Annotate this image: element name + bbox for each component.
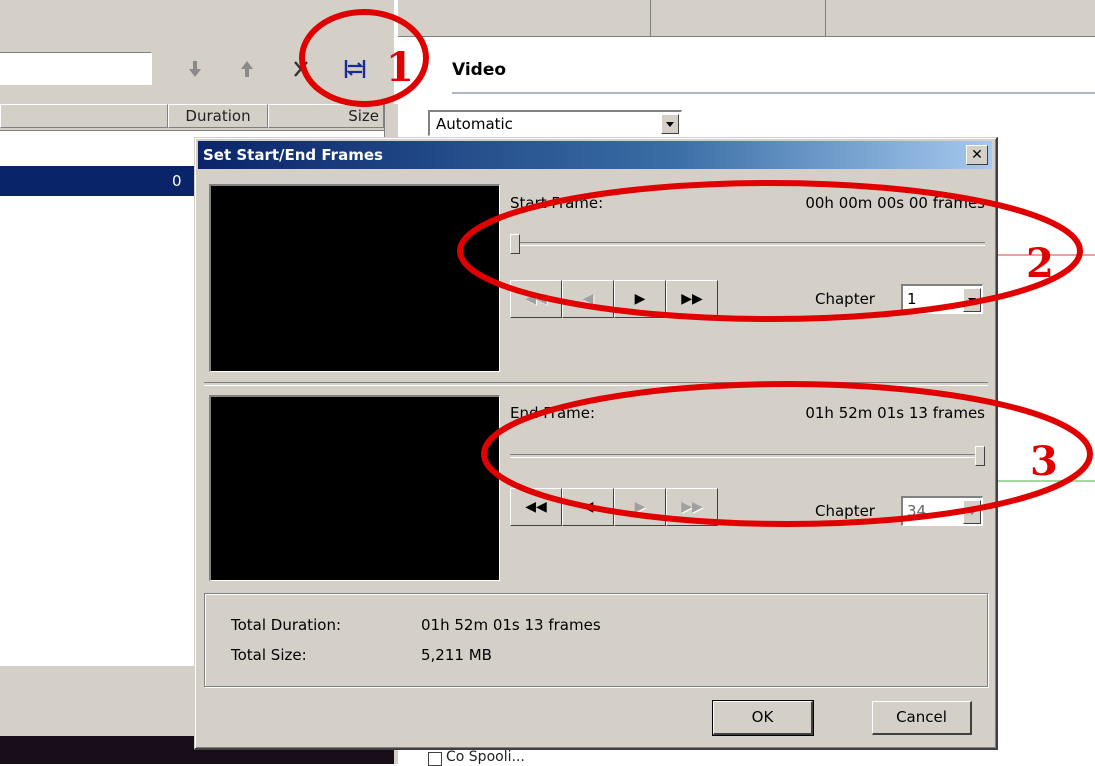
annotation-label-3: 3 xyxy=(1030,438,1058,485)
annotation-label-1: 1 xyxy=(386,44,414,91)
annotation-label-2: 2 xyxy=(1026,240,1054,287)
annotation-circle-2 xyxy=(457,180,1083,322)
annotation-overlay xyxy=(299,9,1093,527)
annotation-circle-3 xyxy=(481,381,1093,527)
